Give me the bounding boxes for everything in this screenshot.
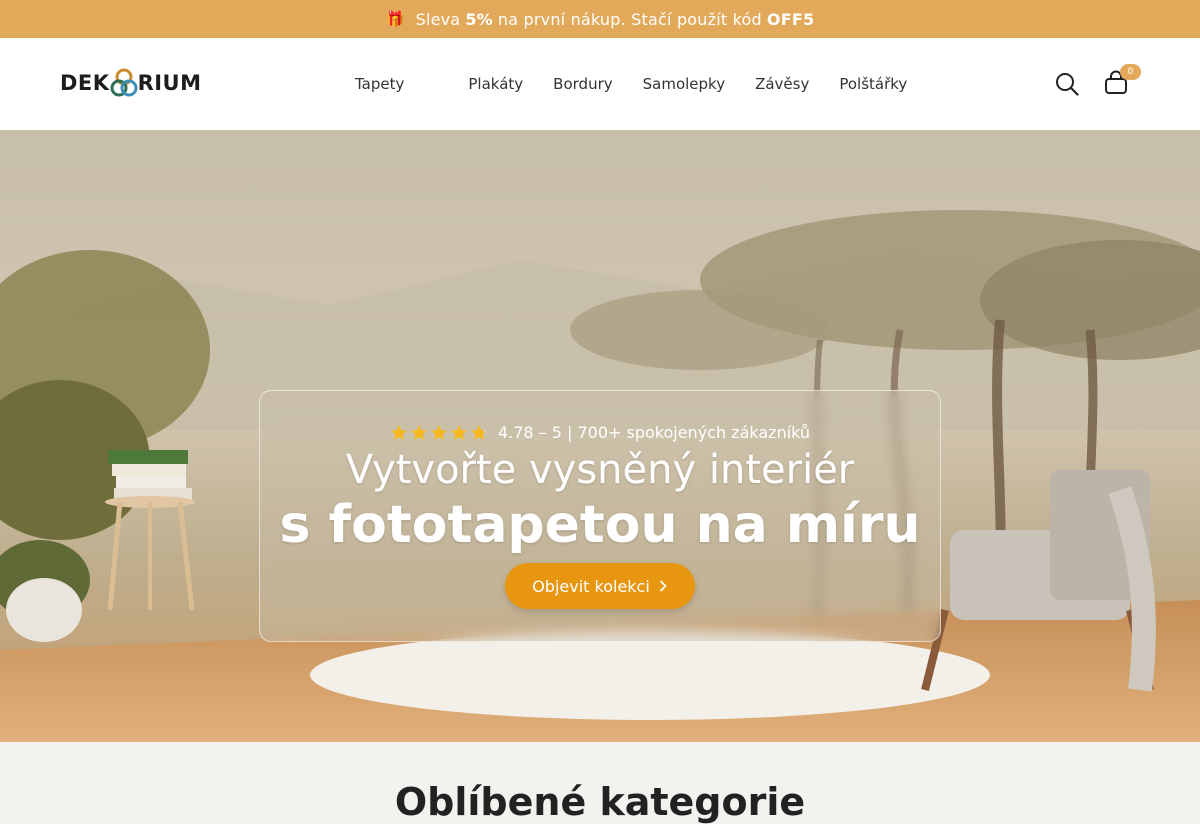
search-button[interactable] <box>1055 72 1079 100</box>
hero-banner: 4.78 – 5 | 700+ spokojených zákazníků Vy… <box>0 130 1200 742</box>
star-icon <box>390 425 407 440</box>
nav-item-plakaty[interactable]: Plakáty <box>468 75 523 93</box>
promo-code: OFF5 <box>766 9 815 29</box>
promo-text-1: Sleva <box>415 9 461 29</box>
promo-bar: 🎁 Sleva 5% na první nákup. Stačí použít … <box>0 0 1200 38</box>
nav-item-bordury[interactable]: Bordury <box>553 75 612 93</box>
rating-stars <box>390 424 490 441</box>
cart-count-badge: 0 <box>1120 64 1141 80</box>
search-icon <box>1056 73 1079 96</box>
popular-categories-title: Oblíbené kategorie <box>394 780 806 824</box>
promo-text-2: na první nákup. Stačí použít kód <box>497 9 762 29</box>
nav-item-samolepky[interactable]: Samolepky <box>643 75 725 93</box>
rating: 4.78 – 5 | 700+ spokojených zákazníků <box>260 423 940 442</box>
nav-item-zavesy[interactable]: Závěsy <box>755 75 809 93</box>
gift-icon: 🎁 <box>385 10 405 28</box>
promo-discount: 5% <box>465 9 493 29</box>
rating-text: 4.78 – 5 | 700+ spokojených zákazníků <box>497 423 811 442</box>
site-header: DEK RIUM Tapety Plakáty Bordury Samolepk… <box>0 38 1200 130</box>
chevron-right-icon <box>659 580 667 592</box>
logo-text-left: DEK <box>60 71 110 95</box>
star-icon <box>410 425 427 440</box>
hero-title-line1: Vytvořte vysněný interiér <box>345 447 855 493</box>
logo[interactable]: DEK RIUM <box>60 68 202 98</box>
star-icon <box>470 425 487 440</box>
nav-item-tapety[interactable]: Tapety <box>355 75 404 93</box>
star-icon <box>450 425 467 440</box>
cart-button[interactable]: 0 <box>1104 64 1141 100</box>
star-icon <box>430 425 447 440</box>
cta-label: Objevit kolekci <box>532 576 650 596</box>
hero-card: 4.78 – 5 | 700+ spokojených zákazníků Vy… <box>259 390 941 642</box>
nav-item-polstarky[interactable]: Polštářky <box>839 75 907 93</box>
logo-text-right: RIUM <box>137 71 202 95</box>
logo-mark-icon <box>110 68 138 97</box>
hero-title-line2: s fototapetou na míru <box>279 495 921 555</box>
explore-collection-button[interactable]: Objevit kolekci <box>505 563 695 609</box>
main-nav: Tapety Plakáty Bordury Samolepky Závěsy … <box>355 38 937 130</box>
